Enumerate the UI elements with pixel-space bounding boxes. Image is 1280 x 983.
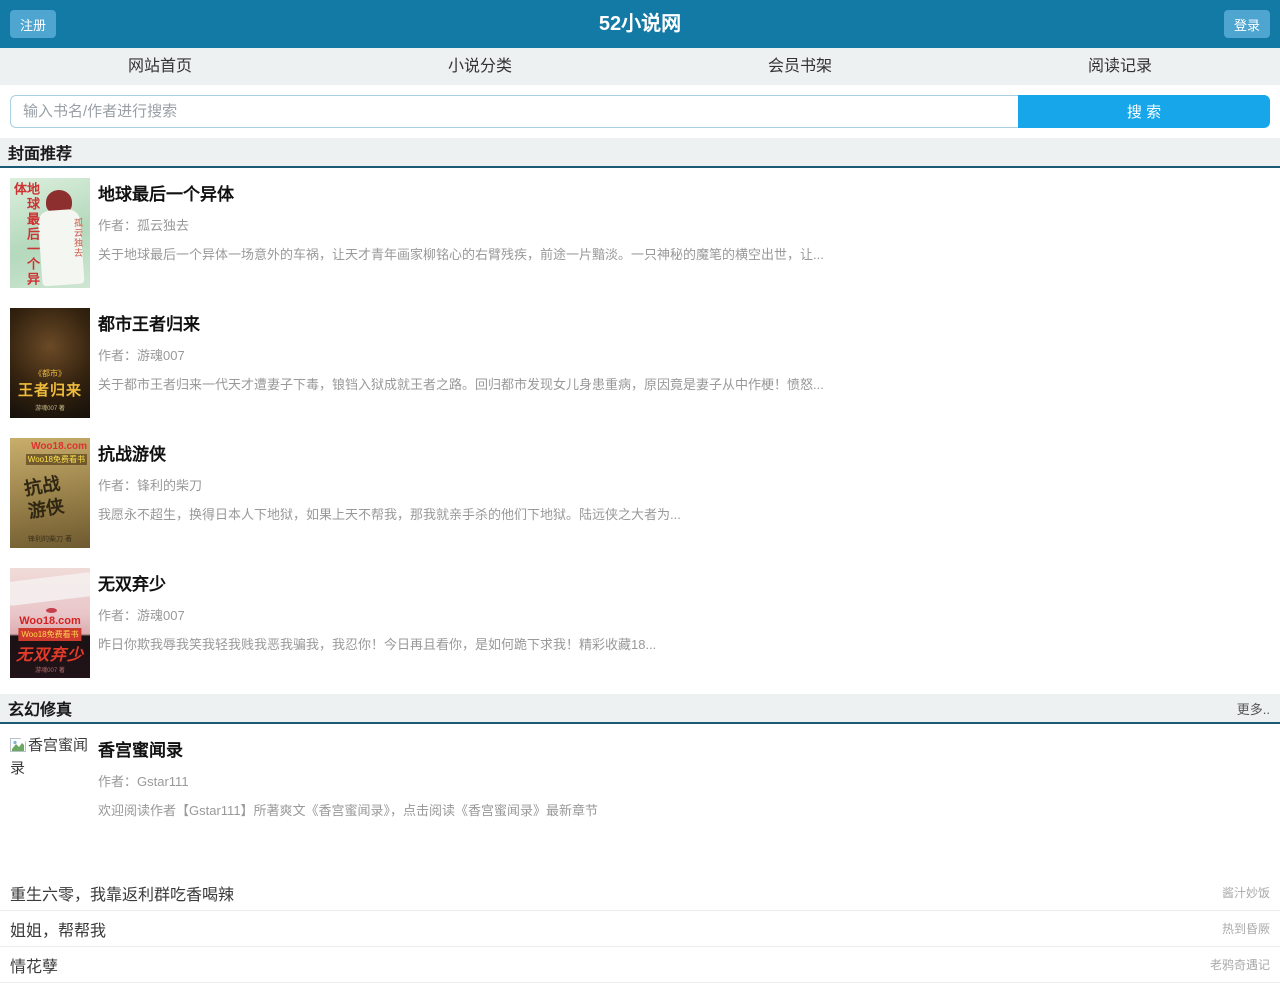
- book-desc: 我愿永不超生，换得日本人下地狱，如果上天不帮我，那我就亲手杀的他们下地狱。陆远侠…: [98, 504, 1270, 523]
- book-info: 无双弃少 作者：游魂007 昨日你欺我辱我笑我轻我贱我恶我骗我，我忍你！今日再且…: [98, 568, 1270, 678]
- section-title: 封面推荐: [8, 140, 72, 164]
- cover-title-text: 抗战游侠: [22, 470, 77, 523]
- book-item[interactable]: 香宫蜜闻录 香宫蜜闻录 作者：Gstar111 欢迎阅读作者【Gstar111】…: [0, 724, 1280, 829]
- cover-title-text: 地球最后一个异体: [13, 182, 39, 288]
- cover-art-lips: [46, 608, 57, 613]
- book-author: 作者：游魂007: [98, 605, 1270, 624]
- book-item[interactable]: 《都市》 王者归来 游魂007 著 都市王者归来 作者：游魂007 关于都市王者…: [0, 298, 1280, 428]
- section-header-xuanhuan: 玄幻修真 更多..: [0, 694, 1280, 724]
- book-link-title[interactable]: 姐姐，帮帮我: [10, 917, 106, 941]
- book-link-title[interactable]: 情花孽: [10, 953, 58, 977]
- book-desc: 关于都市王者归来一代天才遭妻子下毒，锒铛入狱成就王者之路。回归都市发现女儿身患重…: [98, 374, 1270, 393]
- book-info: 地球最后一个异体 作者：孤云独去 关于地球最后一个异体一场意外的车祸，让天才青年…: [98, 178, 1270, 288]
- book-title[interactable]: 抗战游侠: [98, 440, 1270, 465]
- book-list-cover-recommend: 地球最后一个异体 孤云独去 地球最后一个异体 作者：孤云独去 关于地球最后一个异…: [0, 168, 1280, 688]
- book-link-author: 酱汁妙饭: [1222, 884, 1270, 901]
- cover-art-lace: [10, 571, 90, 606]
- book-link-author: 老鸦奇遇记: [1210, 956, 1270, 973]
- cover-brand-text: Woo18.com: [10, 615, 90, 627]
- cover-byline-text: 游魂007 著: [35, 403, 65, 412]
- nav-item-home[interactable]: 网站首页: [0, 48, 320, 85]
- book-desc: 昨日你欺我辱我笑我轻我贱我恶我骗我，我忍你！今日再且看你，是如何跪下求我！精彩收…: [98, 634, 1270, 653]
- book-item[interactable]: Woo18.com Woo18免费看书 无双弃少 游魂007 著 无双弃少 作者…: [0, 558, 1280, 688]
- book-info: 香宫蜜闻录 作者：Gstar111 欢迎阅读作者【Gstar111】所著爽文《香…: [98, 734, 1270, 819]
- nav-item-categories[interactable]: 小说分类: [320, 48, 640, 85]
- book-cover[interactable]: Woo18.com Woo18免费看书 抗战游侠 锋利的柴刀 著: [10, 438, 90, 548]
- login-button[interactable]: 登录: [1224, 10, 1270, 38]
- cover-brand-text: Woo18.com: [31, 441, 87, 452]
- book-link-row[interactable]: 情花孽 老鸦奇遇记: [0, 947, 1280, 983]
- book-info: 抗战游侠 作者：锋利的柴刀 我愿永不超生，换得日本人下地狱，如果上天不帮我，那我…: [98, 438, 1270, 548]
- more-link[interactable]: 更多..: [1237, 699, 1270, 718]
- register-button[interactable]: 注册: [10, 10, 56, 38]
- cover-promo-text: Woo18免费看书: [26, 454, 87, 465]
- book-title[interactable]: 无双弃少: [98, 570, 1270, 595]
- book-cover[interactable]: 地球最后一个异体 孤云独去: [10, 178, 90, 288]
- search-button[interactable]: 搜 索: [1018, 95, 1270, 128]
- book-links-list: 重生六零，我靠返利群吃香喝辣 酱汁妙饭 姐姐，帮帮我 热到昏厥 情花孽 老鸦奇遇…: [0, 875, 1280, 983]
- book-link-title[interactable]: 重生六零，我靠返利群吃香喝辣: [10, 881, 234, 905]
- section-header-cover-recommend: 封面推荐: [0, 138, 1280, 168]
- search-input[interactable]: [10, 95, 1018, 128]
- cover-title-text: 无双弃少: [10, 641, 90, 665]
- nav-item-bookshelf[interactable]: 会员书架: [640, 48, 960, 85]
- book-link-author: 热到昏厥: [1222, 920, 1270, 937]
- book-list-xuanhuan: 香宫蜜闻录 香宫蜜闻录 作者：Gstar111 欢迎阅读作者【Gstar111】…: [0, 724, 1280, 829]
- main-nav: 网站首页 小说分类 会员书架 阅读记录: [0, 48, 1280, 85]
- cover-promo-text: Woo18免费看书: [18, 628, 81, 641]
- cover-byline-text: 锋利的柴刀 著: [10, 534, 90, 544]
- book-author: 作者：游魂007: [98, 345, 1270, 364]
- broken-cover[interactable]: 香宫蜜闻录: [10, 734, 90, 819]
- cover-author-text: 孤云独去: [72, 218, 85, 258]
- book-item[interactable]: 地球最后一个异体 孤云独去 地球最后一个异体 作者：孤云独去 关于地球最后一个异…: [0, 168, 1280, 298]
- book-author: 作者：Gstar111: [98, 771, 1270, 790]
- book-title[interactable]: 地球最后一个异体: [98, 180, 1270, 205]
- cover-byline-text: 游魂007 著: [10, 665, 90, 674]
- book-cover[interactable]: Woo18.com Woo18免费看书 无双弃少 游魂007 著: [10, 568, 90, 678]
- book-author: 作者：孤云独去: [98, 215, 1270, 234]
- book-desc: 欢迎阅读作者【Gstar111】所著爽文《香宫蜜闻录》，点击阅读《香宫蜜闻录》最…: [98, 800, 1270, 819]
- site-title: 52小说网: [0, 0, 1280, 48]
- search-bar: 搜 索: [10, 95, 1270, 128]
- book-link-row[interactable]: 重生六零，我靠返利群吃香喝辣 酱汁妙饭: [0, 875, 1280, 911]
- broken-image-icon: [10, 738, 26, 752]
- nav-item-history[interactable]: 阅读记录: [960, 48, 1280, 85]
- book-info: 都市王者归来 作者：游魂007 关于都市王者归来一代天才遭妻子下毒，锒铛入狱成就…: [98, 308, 1270, 418]
- cover-title-text: 王者归来: [18, 379, 82, 400]
- book-author: 作者：锋利的柴刀: [98, 475, 1270, 494]
- book-cover[interactable]: 《都市》 王者归来 游魂007 著: [10, 308, 90, 418]
- book-desc: 关于地球最后一个异体一场意外的车祸，让天才青年画家柳铭心的右臂残疾，前途一片黯淡…: [98, 244, 1270, 263]
- book-title[interactable]: 都市王者归来: [98, 310, 1270, 335]
- book-link-row[interactable]: 姐姐，帮帮我 热到昏厥: [0, 911, 1280, 947]
- cover-tag-text: 《都市》: [34, 368, 66, 379]
- book-title[interactable]: 香宫蜜闻录: [98, 736, 1270, 761]
- book-item[interactable]: Woo18.com Woo18免费看书 抗战游侠 锋利的柴刀 著 抗战游侠 作者…: [0, 428, 1280, 558]
- header: 注册 52小说网 登录: [0, 0, 1280, 48]
- section-title: 玄幻修真: [8, 696, 72, 720]
